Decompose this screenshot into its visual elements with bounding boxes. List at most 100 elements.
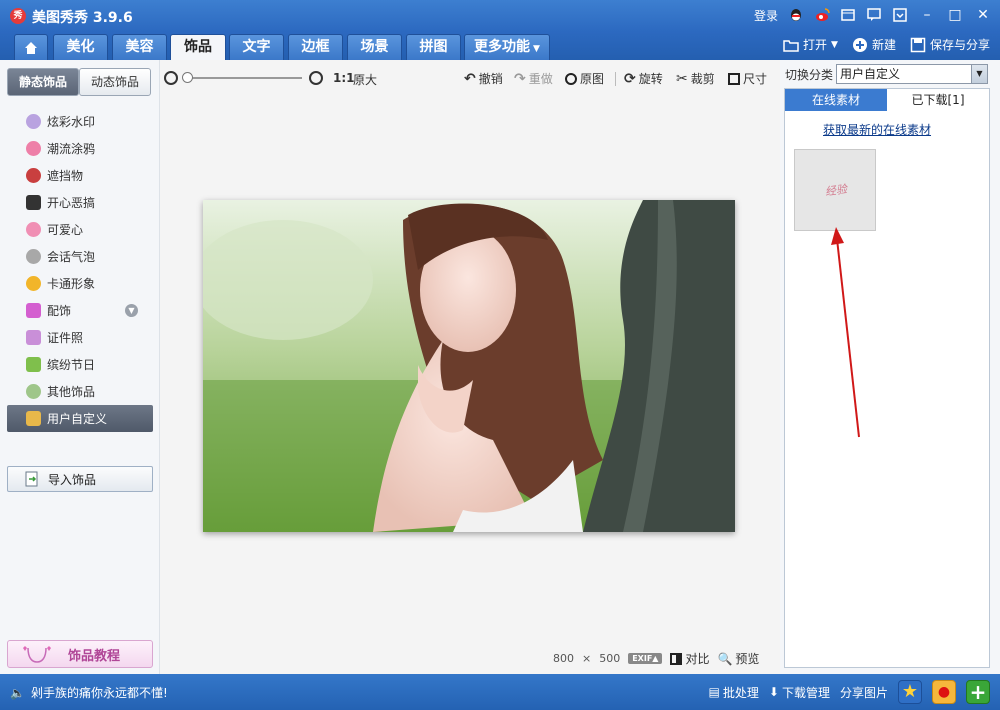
maximize-icon[interactable]: □ bbox=[946, 6, 964, 24]
category-label: 炫彩水印 bbox=[47, 115, 96, 129]
tab-accessories[interactable]: 饰品 bbox=[170, 34, 226, 60]
tab-beautify[interactable]: 美化 bbox=[53, 34, 108, 60]
download-manager-button[interactable]: ⬇ 下载管理 bbox=[769, 684, 830, 701]
lips-icon bbox=[26, 141, 41, 156]
skin-icon[interactable] bbox=[840, 7, 856, 23]
home-tab[interactable] bbox=[14, 34, 48, 60]
tab-online-materials[interactable]: 在线素材 bbox=[785, 89, 887, 111]
category-label: 遮挡物 bbox=[47, 169, 84, 183]
app-logo-icon: 秀 bbox=[10, 8, 26, 24]
bottom-bar: 🔈 剁手族的痛你永远都不懂! ▤ 批处理 ⬇ 下载管理 分享图片 ★ ● + bbox=[0, 674, 1000, 710]
heart-icon bbox=[26, 222, 41, 237]
open-dropdown-icon: ▼ bbox=[831, 39, 838, 50]
download-icon: ⬇ bbox=[768, 685, 779, 699]
category-item[interactable]: 其他饰品 bbox=[0, 378, 160, 405]
import-accessory-button[interactable]: 导入饰品 bbox=[7, 466, 153, 492]
menu-icon[interactable] bbox=[892, 7, 908, 23]
resize-button[interactable]: 尺寸 bbox=[728, 70, 767, 87]
tab-text[interactable]: 文字 bbox=[229, 34, 284, 60]
minimize-icon[interactable]: – bbox=[918, 6, 936, 24]
category-item[interactable]: 配饰 ▼ bbox=[0, 297, 160, 324]
category-item[interactable]: 炫彩水印 bbox=[0, 108, 160, 135]
feedback-icon[interactable] bbox=[866, 7, 882, 23]
bottom-actions: ▤ 批处理 ⬇ 下载管理 分享图片 ★ ● + bbox=[709, 680, 990, 704]
tab-static-accessories[interactable]: 静态饰品 bbox=[7, 68, 79, 96]
import-icon bbox=[25, 471, 38, 487]
compare-label: 对比 bbox=[685, 652, 710, 666]
star-icon[interactable]: ★ bbox=[898, 680, 922, 704]
times-sign: × bbox=[582, 652, 592, 665]
switch-category-label: 切换分类 bbox=[785, 68, 834, 82]
photo-canvas[interactable] bbox=[203, 200, 735, 532]
main-tab-bar: 美化 美容 饰品 文字 边框 场景 拼图 更多功能 ▼ 打开 ▼ 新建 保存与分享 bbox=[0, 32, 1000, 60]
exif-button[interactable]: EXIF▲ bbox=[628, 653, 663, 664]
tab-animated-accessories[interactable]: 动态饰品 bbox=[79, 68, 151, 96]
rotate-icon: ⟳ bbox=[624, 70, 636, 87]
import-label: 导入饰品 bbox=[48, 472, 97, 487]
category-select[interactable]: 用户自定义 ▼ bbox=[836, 64, 988, 84]
preview-label: 预览 bbox=[735, 652, 760, 666]
category-label: 开心恶搞 bbox=[47, 196, 96, 210]
tab-more-functions[interactable]: 更多功能 ▼ bbox=[464, 34, 550, 60]
preview-button[interactable]: 🔍 预览 bbox=[717, 650, 759, 667]
weibo-icon[interactable]: ● bbox=[932, 680, 956, 704]
login-link[interactable]: 登录 bbox=[754, 7, 778, 24]
material-thumbnail[interactable]: 经验 bbox=[794, 149, 876, 231]
crop-button[interactable]: ✂ 裁剪 bbox=[676, 70, 715, 87]
save-share-button[interactable]: 保存与分享 bbox=[910, 36, 990, 53]
category-item[interactable]: 遮挡物 bbox=[0, 162, 160, 189]
tab-downloaded[interactable]: 已下载[1] bbox=[887, 89, 989, 111]
ratio-button[interactable]: 1:1 bbox=[333, 71, 355, 85]
zoom-slider[interactable] bbox=[186, 77, 302, 79]
close-icon[interactable]: ✕ bbox=[974, 6, 992, 24]
zoom-out-icon[interactable] bbox=[164, 71, 178, 85]
original-size-button[interactable]: 原大 bbox=[353, 71, 377, 88]
original-image-button[interactable]: 原图 bbox=[565, 70, 604, 87]
category-item[interactable]: 卡通形象 bbox=[0, 270, 160, 297]
app-title: 美图秀秀 3.9.6 bbox=[32, 10, 133, 26]
circle-icon bbox=[565, 72, 577, 85]
category-item[interactable]: 潮流涂鸦 bbox=[0, 135, 160, 162]
tab-border[interactable]: 边框 bbox=[288, 34, 343, 60]
more-functions-label: 更多功能 bbox=[474, 39, 531, 55]
save-share-label: 保存与分享 bbox=[929, 38, 990, 52]
tab-scene[interactable]: 场景 bbox=[347, 34, 402, 60]
mask-icon bbox=[26, 168, 41, 183]
status-text[interactable]: 剁手族的痛你永远都不懂! bbox=[31, 684, 168, 701]
qq-icon[interactable] bbox=[788, 7, 804, 23]
open-button[interactable]: 打开 ▼ bbox=[783, 36, 838, 53]
redo-button[interactable]: ↷ 重做 bbox=[514, 70, 553, 87]
category-label: 缤纷节日 bbox=[47, 358, 96, 372]
tutorial-button[interactable]: 饰品教程 bbox=[7, 640, 153, 668]
zoom-slider-knob[interactable] bbox=[182, 72, 193, 83]
category-item[interactable]: 缤纷节日 bbox=[0, 351, 160, 378]
new-button[interactable]: 新建 bbox=[852, 36, 896, 53]
tab-makeup[interactable]: 美容 bbox=[112, 34, 167, 60]
compare-button[interactable]: 对比 bbox=[670, 650, 709, 667]
category-item[interactable]: 会话气泡 bbox=[0, 243, 160, 270]
batch-button[interactable]: ▤ 批处理 bbox=[709, 684, 759, 701]
main-area: 静态饰品 动态饰品 炫彩水印 潮流涂鸦 遮挡物 开心恶搞 可爱心 会话气泡 卡通… bbox=[0, 60, 1000, 674]
tab-collage[interactable]: 拼图 bbox=[406, 34, 461, 60]
category-item-selected[interactable]: 用户自定义 bbox=[7, 405, 153, 432]
category-list: 炫彩水印 潮流涂鸦 遮挡物 开心恶搞 可爱心 会话气泡 卡通形象 配饰 ▼ 证件照… bbox=[0, 108, 160, 432]
cartoon-icon bbox=[26, 276, 41, 291]
category-item[interactable]: 开心恶搞 bbox=[0, 189, 160, 216]
expand-chevron-icon[interactable]: ▼ bbox=[125, 304, 138, 317]
file-actions: 打开 ▼ 新建 保存与分享 bbox=[783, 36, 990, 53]
undo-button[interactable]: ↶ 撤销 bbox=[464, 70, 503, 87]
add-icon[interactable]: + bbox=[966, 680, 990, 704]
zoom-in-icon[interactable] bbox=[309, 71, 323, 85]
category-label: 其他饰品 bbox=[47, 385, 96, 399]
category-item[interactable]: 可爱心 bbox=[0, 216, 160, 243]
get-latest-materials-link[interactable]: 获取最新的在线素材 bbox=[823, 121, 931, 138]
rotate-button[interactable]: ⟳ 旋转 bbox=[624, 70, 663, 87]
status-message: 🔈 剁手族的痛你永远都不懂! bbox=[10, 684, 168, 701]
compare-icon bbox=[670, 652, 683, 665]
share-image-button[interactable]: 分享图片 bbox=[840, 684, 888, 701]
category-item[interactable]: 证件照 bbox=[0, 324, 160, 351]
sparkle-icon bbox=[26, 114, 41, 129]
weibo-icon[interactable] bbox=[814, 7, 830, 23]
image-height: 500 bbox=[599, 652, 621, 665]
scissors-icon: ✂ bbox=[676, 70, 688, 87]
